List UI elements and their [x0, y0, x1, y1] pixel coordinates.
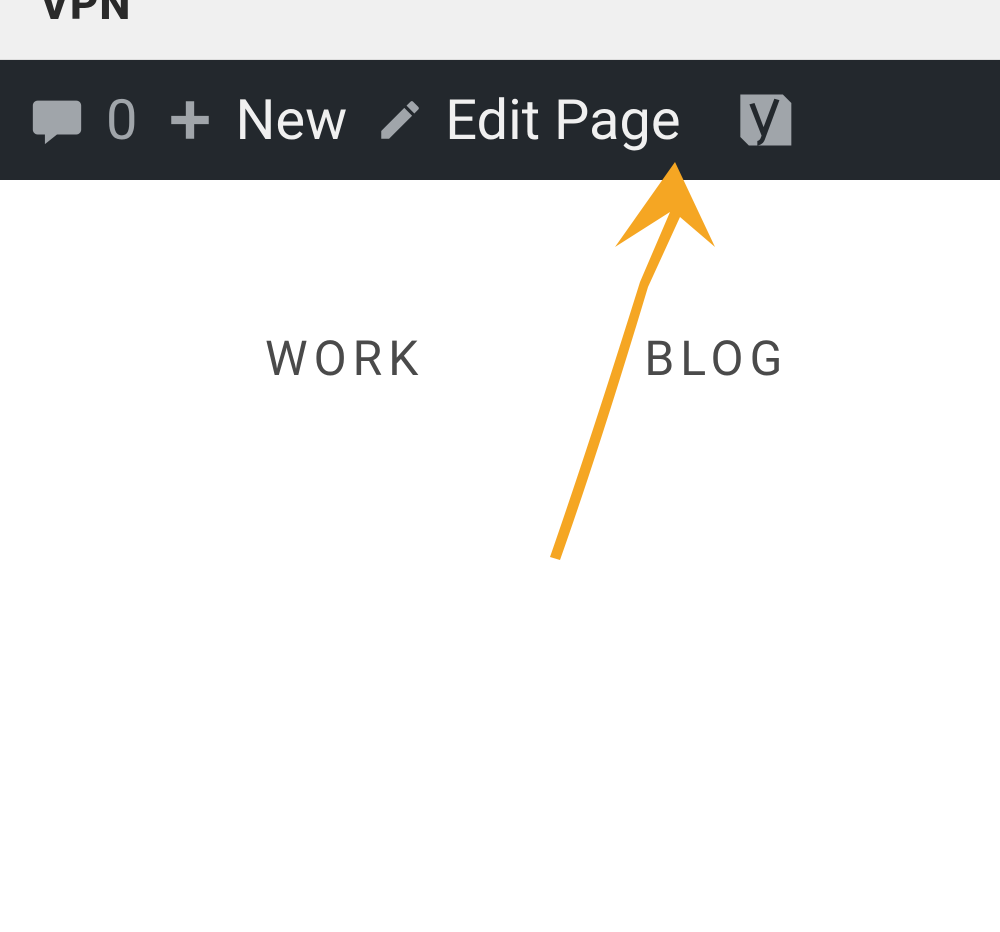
- wordpress-admin-bar: 0 New Edit Page: [0, 60, 1000, 180]
- new-button[interactable]: New: [165, 87, 347, 153]
- vpn-text: VPN: [40, 0, 131, 30]
- comments-count: 0: [106, 87, 137, 153]
- comments-button[interactable]: 0: [28, 87, 137, 153]
- new-label: New: [235, 87, 347, 153]
- edit-page-label: Edit Page: [445, 87, 680, 153]
- nav-work[interactable]: WORK: [265, 330, 424, 387]
- edit-page-button[interactable]: Edit Page: [375, 87, 680, 153]
- plus-icon: [165, 95, 215, 145]
- pencil-icon: [375, 95, 425, 145]
- vpn-bar: VPN: [0, 0, 1000, 60]
- yoast-button[interactable]: [729, 86, 797, 154]
- comment-icon: [28, 91, 86, 149]
- yoast-icon: [729, 86, 797, 154]
- site-nav: WORK BLOG: [265, 330, 788, 387]
- nav-blog[interactable]: BLOG: [644, 330, 788, 387]
